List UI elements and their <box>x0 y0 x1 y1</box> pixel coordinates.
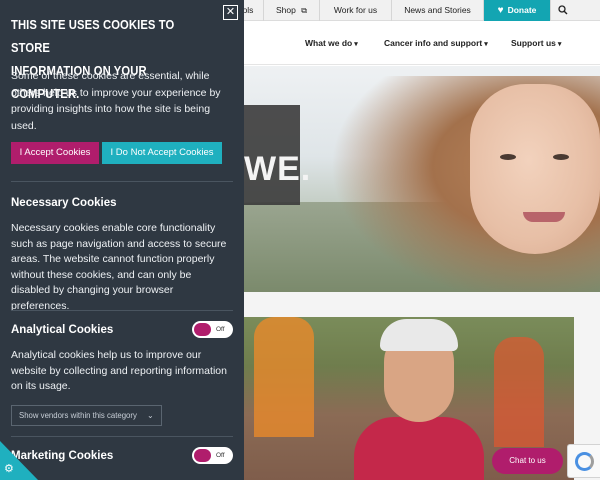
search-button[interactable] <box>550 0 575 21</box>
caret-down-icon: ▾ <box>557 41 562 48</box>
divider <box>11 436 233 437</box>
analytical-cookies-toggle[interactable]: Off <box>192 321 233 338</box>
nav-label: What we do <box>305 38 353 48</box>
gear-icon: ⚙ <box>4 463 14 475</box>
runner-body <box>354 417 484 480</box>
hero-face-image <box>470 84 600 254</box>
nav-what-we-do[interactable]: What we do ▾ <box>305 38 358 48</box>
nav-label: Support us <box>511 38 556 48</box>
close-button[interactable]: ✕ <box>223 5 238 20</box>
nav-label: Cancer info and support <box>384 38 483 48</box>
title-line: THIS SITE USES COOKIES TO STORE <box>11 18 175 55</box>
heart-icon: ♥ <box>497 5 504 16</box>
divider <box>11 181 233 182</box>
toggle-state-label: Off <box>216 326 225 333</box>
chevron-down-icon: ⌄ <box>147 411 154 420</box>
external-link-icon: ⧉ <box>301 6 307 15</box>
toggle-knob <box>194 449 211 462</box>
utility-link-work-for-us[interactable]: Work for us <box>319 0 391 21</box>
shop-label: Shop <box>276 5 296 15</box>
runner-cap <box>380 319 458 351</box>
marketing-cookies-toggle[interactable]: Off <box>192 447 233 464</box>
necessary-cookies-description: Necessary cookies enable core functional… <box>11 222 227 312</box>
hero-eye <box>500 154 516 160</box>
marketing-cookies-title: Marketing Cookies <box>11 450 114 462</box>
search-icon <box>558 5 568 15</box>
analytical-cookies-title: Analytical Cookies <box>11 324 114 336</box>
chat-to-us-button[interactable]: Chat to us <box>492 448 563 474</box>
show-vendors-button[interactable]: Show vendors within this category ⌄ <box>11 405 162 426</box>
cookie-intro-text: Some of these cookies are essential, whi… <box>11 70 221 132</box>
hero-tagline: WE. <box>244 150 312 188</box>
accept-cookies-button[interactable]: I Accept Cookies <box>11 142 99 164</box>
hero-eye <box>553 154 569 160</box>
reject-cookies-button[interactable]: I Do Not Accept Cookies <box>102 142 222 164</box>
vendors-label: Show vendors within this category <box>19 411 137 420</box>
utility-link-shop[interactable]: Shop ⧉ <box>263 0 319 21</box>
analytical-cookies-description: Analytical cookies help us to improve ou… <box>11 349 227 392</box>
toggle-state-label: Off <box>216 452 225 459</box>
nav-cancer-info[interactable]: Cancer info and support ▾ <box>384 38 488 48</box>
necessary-cookies-title: Necessary Cookies <box>11 197 117 209</box>
toggle-knob <box>194 323 211 336</box>
hero-mouth <box>523 212 565 222</box>
divider <box>11 310 233 311</box>
donate-label: Donate <box>507 5 537 15</box>
donate-button[interactable]: ♥ Donate <box>483 0 550 21</box>
caret-down-icon: ▾ <box>484 41 488 48</box>
utility-link-news[interactable]: News and Stories <box>391 0 483 21</box>
background-runner <box>254 317 314 437</box>
cookie-consent-panel: ✕ THIS SITE USES COOKIES TO STORE INFORM… <box>0 0 244 480</box>
close-icon: ✕ <box>225 6 236 18</box>
caret-down-icon: ▾ <box>354 41 358 48</box>
nav-support-us[interactable]: Support us ▾ <box>511 38 561 48</box>
recaptcha-badge[interactable] <box>567 444 600 478</box>
background-runner <box>494 337 544 447</box>
recaptcha-icon <box>575 452 594 471</box>
